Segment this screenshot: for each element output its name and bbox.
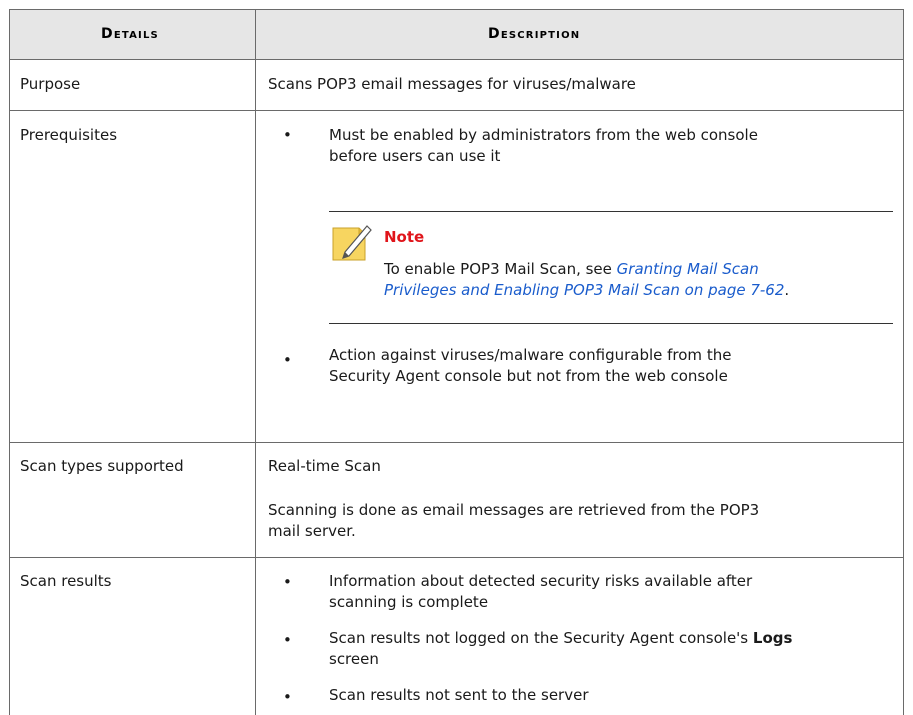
table-left-border (9, 9, 10, 715)
row-divider (9, 110, 903, 111)
note-title: Note (384, 228, 425, 246)
results-bullet1-line2: scanning is complete (329, 593, 489, 611)
row-label-scan-types: Scan types supported (20, 457, 184, 475)
scan-types-para1: Real-time Scan (268, 457, 381, 475)
prereq-bullet1-line1: Must be enabled by administrators from t… (329, 126, 758, 144)
note-top-rule (329, 211, 893, 212)
table-right-border (903, 9, 904, 715)
note-line1: To enable POP3 Mail Scan, see Granting M… (384, 259, 759, 280)
note-line2: Privileges and Enabling POP3 Mail Scan o… (384, 280, 789, 301)
row-label-scan-results: Scan results (20, 572, 112, 590)
prereq-bullet2-line2: Security Agent console but not from the … (329, 367, 728, 385)
results-bullet3-line1: Scan results not sent to the server (329, 686, 589, 704)
header-bottom-border (9, 59, 903, 60)
bullet: • (283, 351, 292, 369)
note-text-suffix: . (784, 281, 790, 299)
prereq-bullet1-line2: before users can use it (329, 147, 501, 165)
row-label-prerequisites: Prerequisites (20, 126, 118, 144)
row-divider (9, 442, 903, 443)
logs-emphasis: Logs (752, 629, 793, 647)
note-text: To enable POP3 Mail Scan, see (384, 260, 617, 278)
note-link-part2[interactable]: Privileges and Enabling POP3 Mail Scan o… (384, 281, 784, 299)
note-pencil-icon (331, 222, 373, 264)
purpose-description: Scans POP3 email messages for viruses/ma… (268, 75, 636, 93)
row-divider (9, 557, 903, 558)
results-bullet2-line2: screen (329, 650, 379, 668)
results-bullet2-line1: Scan results not logged on the Security … (329, 628, 792, 649)
results-bullet2-text: Scan results not logged on the Security … (329, 629, 753, 647)
column-header-details: Details (101, 26, 159, 42)
bullet: • (283, 126, 292, 144)
table-top-border (9, 9, 903, 10)
column-divider (255, 9, 256, 715)
bullet: • (283, 688, 292, 706)
scan-types-para2-line1: Scanning is done as email messages are r… (268, 501, 760, 519)
row-label-purpose: Purpose (20, 75, 81, 93)
note-link-part1[interactable]: Granting Mail Scan (617, 260, 759, 278)
bullet: • (283, 631, 292, 649)
scan-types-para2-line2: mail server. (268, 522, 356, 540)
bullet: • (283, 573, 292, 591)
results-bullet1-line1: Information about detected security risk… (329, 572, 753, 590)
column-header-description: Description (488, 26, 581, 42)
prereq-bullet2-line1: Action against viruses/malware configura… (329, 346, 732, 364)
note-bottom-rule (329, 323, 893, 324)
